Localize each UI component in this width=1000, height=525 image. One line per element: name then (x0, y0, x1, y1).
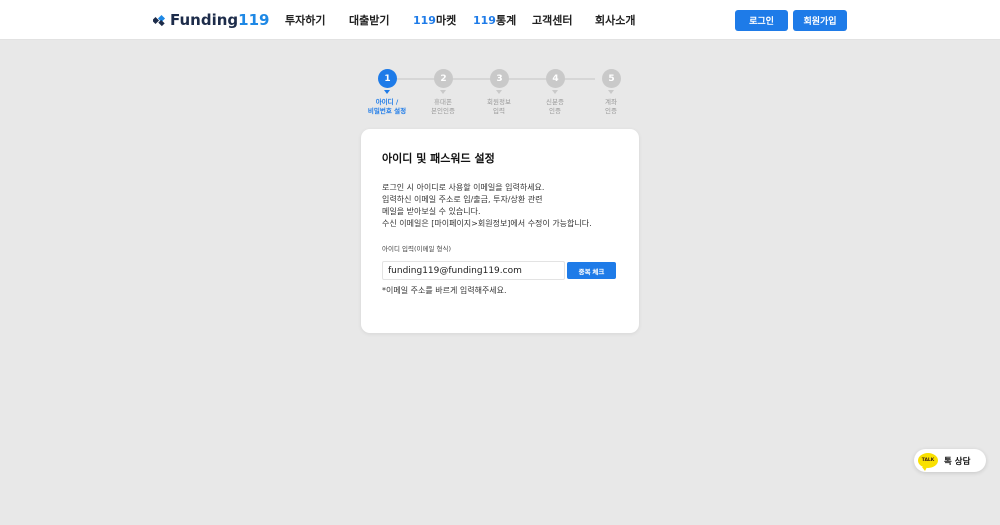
talk-consult-label: 톡 상담 (944, 456, 971, 467)
login-button[interactable]: 로그인 (735, 10, 788, 31)
description-line: 로그인 시 아이디로 사용할 이메일을 입력하세요. (382, 183, 545, 192)
nav-market-label: 마켓 (435, 14, 457, 27)
description-line: 입력하신 이메일 주소로 입/출금, 투자/상환 관련 (382, 195, 543, 204)
logo-text: Funding (170, 11, 239, 29)
step-1-arrow-icon (384, 90, 390, 94)
nav-market[interactable]: 119마켓 (413, 12, 456, 28)
talk-consult-button[interactable]: TALK 톡 상담 (914, 449, 986, 472)
step-5-circle: 5 (602, 69, 621, 88)
step-5-label-line2: 인증 (605, 107, 617, 115)
nav-invest[interactable]: 투자하기 (285, 12, 325, 28)
step-5-label-line1: 계좌 (605, 98, 617, 106)
step-2-arrow-icon (440, 90, 446, 94)
logo-number: 119 (238, 11, 270, 29)
nav-market-prefix: 119 (413, 14, 436, 27)
kakao-talk-icon: TALK (918, 453, 938, 471)
email-field[interactable] (382, 261, 565, 280)
email-hint: *이메일 주소를 바르게 입력해주세요. (382, 286, 507, 295)
logo-icon (153, 14, 166, 27)
step-3-arrow-icon (496, 90, 502, 94)
duplicate-check-button[interactable]: 중복 체크 (567, 262, 616, 279)
step-5-arrow-icon (608, 90, 614, 94)
step-3-circle: 3 (490, 69, 509, 88)
email-field-label: 아이디 입력(이메일 형식) (382, 245, 452, 253)
top-header: Funding 119 투자하기 대출받기 119마켓 119통계 고객센터 회사… (0, 0, 1000, 40)
nav-loan[interactable]: 대출받기 (349, 12, 389, 28)
account-setup-card: 아이디 및 패스워드 설정 로그인 시 아이디로 사용할 이메일을 입력하세요.… (361, 129, 639, 333)
description-line: 수신 이메일은 [마이페이지>회원정보]에서 수정이 가능합니다. (382, 219, 592, 228)
nav-support[interactable]: 고객센터 (532, 12, 572, 28)
nav-stats[interactable]: 119통계 (473, 12, 516, 28)
nav-stats-prefix: 119 (473, 14, 496, 27)
logo[interactable]: Funding 119 (153, 11, 269, 29)
step-5-label: 계좌 인증 (576, 98, 646, 116)
description-line: 메일을 받아보실 수 있습니다. (382, 207, 481, 216)
card-title: 아이디 및 패스워드 설정 (382, 152, 495, 165)
step-1-circle: 1 (378, 69, 397, 88)
nav-stats-label: 통계 (495, 14, 517, 27)
signup-button[interactable]: 회원가입 (793, 10, 847, 31)
step-2-circle: 2 (434, 69, 453, 88)
nav-about[interactable]: 회사소개 (595, 12, 635, 28)
talk-badge-text: TALK (921, 458, 935, 463)
card-description: 로그인 시 아이디로 사용할 이메일을 입력하세요. 입력하신 이메일 주소로 … (382, 182, 627, 230)
step-4-arrow-icon (552, 90, 558, 94)
step-4-circle: 4 (546, 69, 565, 88)
